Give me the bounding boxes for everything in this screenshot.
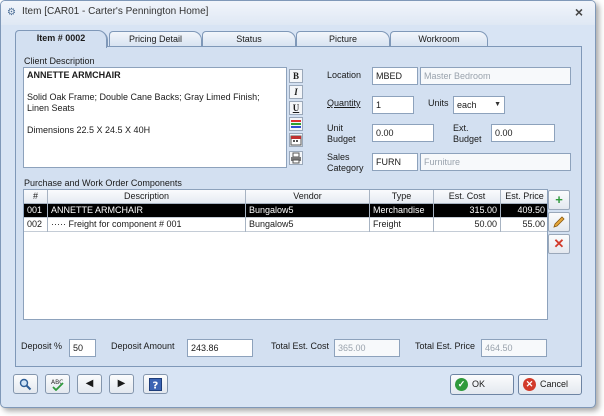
row-number: 002	[24, 218, 48, 232]
deposit-pct-field[interactable]: 50	[69, 339, 96, 357]
cancel-button-label: Cancel	[540, 379, 569, 389]
printer-icon	[291, 152, 301, 164]
total-est-price-field: 464.50	[481, 339, 547, 357]
color-icon	[291, 120, 301, 128]
insert-date-button[interactable]	[289, 133, 303, 147]
row-type: Merchandise	[370, 204, 434, 218]
description-line: Linen Seats	[27, 103, 75, 113]
table-row[interactable]: 001 ANNETTE ARMCHAIR Bungalow5 Merchandi…	[24, 204, 547, 218]
spell-check-icon: ABC	[51, 379, 64, 392]
cancel-button[interactable]: ✕ Cancel	[518, 374, 582, 395]
row-number: 001	[24, 204, 48, 218]
components-label: Purchase and Work Order Components	[24, 178, 182, 188]
column-header-vendor[interactable]: Vendor	[246, 190, 370, 204]
row-est-cost: 50.00	[434, 218, 501, 232]
total-est-cost-field: 365.00	[334, 339, 400, 357]
app-icon: ⚙	[7, 7, 16, 18]
ok-button[interactable]: ✓ OK	[450, 374, 514, 395]
calendar-icon	[290, 135, 302, 146]
table-row[interactable]: 002 ····· Freight for component # 001 Bu…	[24, 218, 547, 232]
title-bar: ⚙ Item [CAR01 - Carter's Pennington Home…	[1, 1, 595, 25]
column-header-number[interactable]: #	[24, 190, 48, 204]
text-color-button[interactable]	[289, 117, 303, 131]
tab-picture[interactable]: Picture	[296, 31, 390, 46]
search-icon	[19, 378, 32, 391]
quantity-label: Quantity	[327, 98, 361, 108]
column-header-est-cost[interactable]: Est. Cost	[434, 190, 501, 204]
help-icon: ?	[149, 378, 162, 392]
add-component-button[interactable]: +	[548, 190, 570, 210]
ext-budget-label-2: Budget	[453, 134, 482, 144]
grid-header: # Description Vendor Type Est. Cost Est.…	[24, 190, 547, 204]
search-button[interactable]	[13, 374, 38, 394]
quantity-field[interactable]: 1	[372, 96, 414, 114]
row-est-price: 409.50	[517, 205, 545, 215]
row-est-price: 55.00	[522, 219, 545, 229]
units-label: Units	[428, 98, 449, 108]
print-button[interactable]	[289, 151, 303, 165]
tab-item[interactable]: Item # 0002	[15, 30, 107, 48]
row-est-cost: 315.00	[434, 204, 501, 218]
location-label: Location	[327, 70, 362, 80]
column-header-description[interactable]: Description	[48, 190, 246, 204]
arrow-left-icon: ◀	[85, 378, 94, 389]
spell-check-button[interactable]: ABC	[45, 374, 70, 394]
help-button[interactable]: ?	[143, 374, 168, 394]
svg-text:?: ?	[153, 381, 159, 392]
location-name-field: Master Bedroom	[420, 67, 571, 85]
row-type: Freight	[370, 218, 434, 232]
delete-component-button[interactable]: ✕	[548, 234, 570, 254]
client-description-label: Client Description	[24, 56, 95, 66]
sales-category-code-field[interactable]: FURN	[372, 153, 418, 171]
sales-category-label-2: Category	[327, 163, 364, 173]
pencil-icon	[553, 216, 565, 228]
sales-category-name-field: Furniture	[420, 153, 571, 171]
chevron-down-icon: ▼	[494, 101, 501, 108]
total-est-cost-label: Total Est. Cost	[271, 341, 330, 351]
cancel-icon: ✕	[523, 378, 536, 391]
ext-budget-label-1: Ext.	[453, 123, 469, 133]
row-description: ANNETTE ARMCHAIR	[48, 204, 246, 218]
total-est-price-label: Total Est. Price	[415, 341, 476, 351]
arrow-right-icon: ▶	[117, 378, 126, 389]
row-vendor: Bungalow5	[246, 218, 370, 232]
checkmark-icon: ✓	[455, 378, 468, 391]
unit-budget-label-1: Unit	[327, 123, 344, 133]
location-code-field[interactable]: MBED	[372, 67, 418, 85]
row-vendor: Bungalow5	[246, 204, 370, 218]
description-line: Dimensions 22.5 X 24.5 X 40H	[27, 125, 151, 135]
units-dropdown[interactable]: each ▼	[453, 96, 505, 114]
tab-status[interactable]: Status	[202, 31, 296, 46]
delete-icon: ✕	[553, 236, 565, 251]
column-header-est-price[interactable]: Est. Price	[501, 190, 548, 204]
italic-button[interactable]: I	[289, 85, 303, 99]
close-icon[interactable]: ×	[575, 4, 583, 20]
item-dialog: ⚙ Item [CAR01 - Carter's Pennington Home…	[0, 0, 596, 408]
tab-pricing-detail[interactable]: Pricing Detail	[109, 31, 202, 46]
deposit-pct-label: Deposit %	[21, 341, 63, 351]
client-description-editor[interactable]: ANNETTE ARMCHAIR Solid Oak Frame; Double…	[23, 67, 287, 168]
underline-button[interactable]: U	[289, 101, 303, 115]
ok-button-label: OK	[472, 379, 486, 389]
tab-workroom[interactable]: Workroom	[390, 31, 488, 46]
description-line: Solid Oak Frame; Double Cane Backs; Gray…	[27, 92, 260, 102]
row-description: ····· Freight for component # 001	[48, 218, 246, 232]
units-value: each	[457, 100, 477, 110]
unit-budget-field[interactable]: 0.00	[372, 124, 434, 142]
previous-button[interactable]: ◀	[77, 374, 102, 394]
edit-component-button[interactable]	[548, 212, 570, 232]
plus-icon: +	[555, 192, 563, 207]
deposit-amount-field[interactable]: 243.86	[187, 339, 253, 357]
unit-budget-label-2: Budget	[327, 134, 356, 144]
ext-budget-field[interactable]: 0.00	[491, 124, 555, 142]
next-button[interactable]: ▶	[109, 374, 134, 394]
description-line-title: ANNETTE ARMCHAIR	[27, 70, 121, 80]
bold-button[interactable]: B	[289, 69, 303, 83]
sales-category-label-1: Sales	[327, 152, 350, 162]
window-title: Item [CAR01 - Carter's Pennington Home]	[22, 6, 209, 17]
column-header-type[interactable]: Type	[370, 190, 434, 204]
deposit-amount-label: Deposit Amount	[111, 341, 175, 351]
components-grid[interactable]: # Description Vendor Type Est. Cost Est.…	[23, 189, 548, 320]
